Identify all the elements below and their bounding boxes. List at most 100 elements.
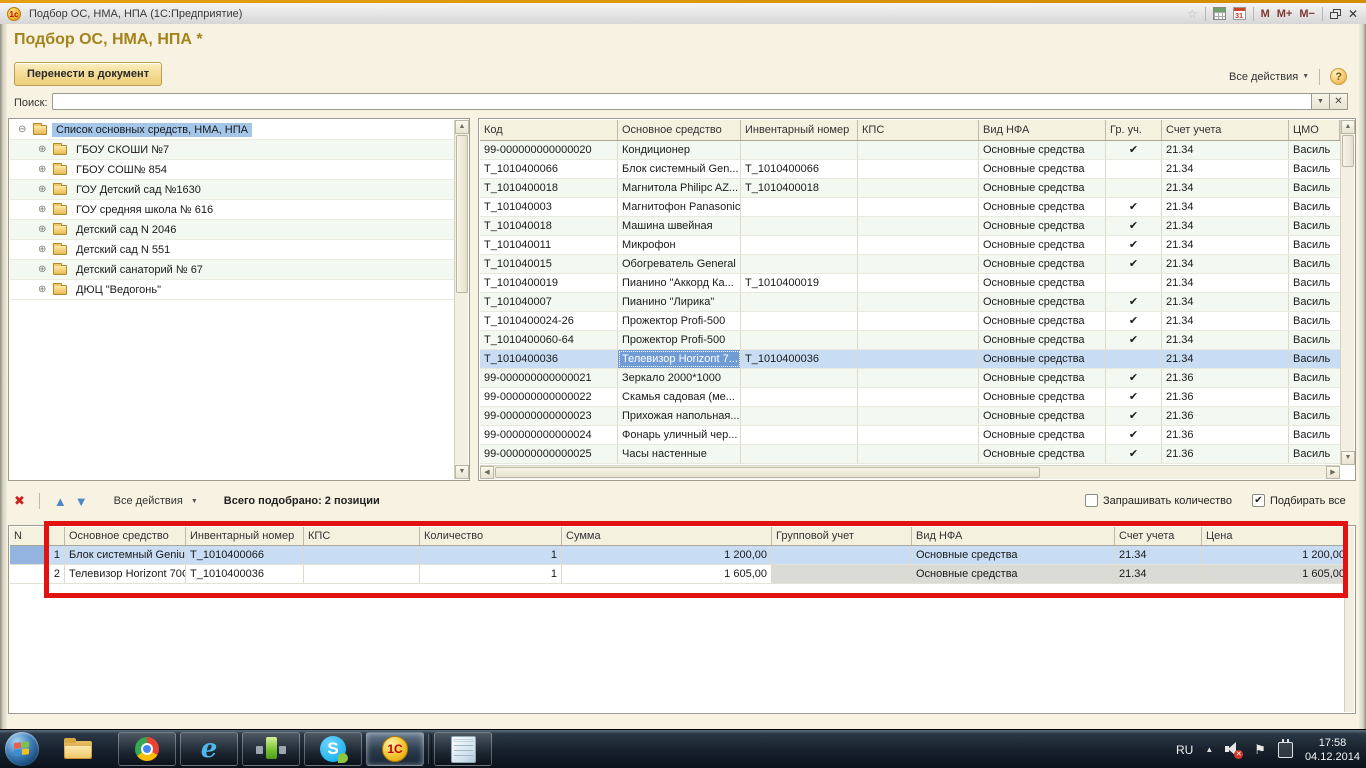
assets-cell[interactable]: ✔ bbox=[1106, 331, 1162, 349]
help-button[interactable]: ? bbox=[1330, 68, 1347, 85]
assets-cell[interactable]: 21.34 bbox=[1162, 141, 1289, 159]
assets-cell[interactable]: 21.34 bbox=[1162, 236, 1289, 254]
assets-cell[interactable]: ✔ bbox=[1106, 445, 1162, 463]
language-indicator[interactable]: RU bbox=[1176, 743, 1193, 757]
assets-cell[interactable]: Прихожая напольная... bbox=[618, 407, 741, 425]
assets-column-header[interactable]: Основное средство bbox=[618, 120, 741, 140]
assets-cell[interactable] bbox=[858, 293, 979, 311]
picked-column-header[interactable]: Цена bbox=[1202, 527, 1350, 545]
assets-table-row[interactable]: Т_101040015Обогреватель GeneralОсновные … bbox=[480, 255, 1340, 274]
assets-table-row[interactable]: 99-000000000000021Зеркало 2000*1000Основ… bbox=[480, 369, 1340, 388]
scrollbar-thumb[interactable] bbox=[1342, 135, 1354, 167]
assets-cell[interactable]: ✔ bbox=[1106, 369, 1162, 387]
assets-cell[interactable]: ✔ bbox=[1106, 407, 1162, 425]
assets-table-row[interactable]: Т_101040018Машина швейнаяОсновные средст… bbox=[480, 217, 1340, 236]
move-down-icon[interactable]: ▼ bbox=[75, 494, 88, 509]
scroll-down-icon[interactable]: ▼ bbox=[1341, 451, 1355, 465]
picked-column-header[interactable]: Инвентарный номер bbox=[186, 527, 304, 545]
assets-cell[interactable]: Основные средства bbox=[979, 293, 1106, 311]
assets-cell[interactable]: Скамья садовая (ме... bbox=[618, 388, 741, 406]
assets-cell[interactable]: Зеркало 2000*1000 bbox=[618, 369, 741, 387]
assets-cell[interactable] bbox=[1106, 160, 1162, 178]
picked-column-header[interactable] bbox=[46, 527, 65, 545]
scroll-down-icon[interactable]: ▼ bbox=[455, 465, 469, 479]
memory-plus-button[interactable]: М+ bbox=[1277, 8, 1293, 20]
assets-table-row[interactable]: Т_1010400060-64Прожектор Profi-500Основн… bbox=[480, 331, 1340, 350]
assets-cell[interactable] bbox=[741, 293, 858, 311]
assets-cell[interactable] bbox=[858, 445, 979, 463]
assets-cell[interactable]: Основные средства bbox=[979, 236, 1106, 254]
scroll-left-icon[interactable]: ◀ bbox=[480, 466, 494, 479]
assets-cell[interactable]: Василь bbox=[1289, 236, 1340, 254]
picked-column-header[interactable]: Количество bbox=[420, 527, 562, 545]
picked-cell[interactable]: 1 200,00 bbox=[1202, 546, 1344, 564]
assets-cell[interactable] bbox=[858, 369, 979, 387]
assets-cell[interactable] bbox=[858, 198, 979, 216]
assets-cell[interactable] bbox=[741, 388, 858, 406]
taskbar-chrome-button[interactable] bbox=[118, 732, 176, 766]
picked-cell[interactable]: 21.34 bbox=[1115, 565, 1202, 583]
assets-cell[interactable]: Василь bbox=[1289, 331, 1340, 349]
assets-cell[interactable] bbox=[741, 217, 858, 235]
picked-cell[interactable]: Блок системный Genius /Pe... bbox=[65, 546, 186, 564]
assets-cell[interactable]: Т_101040015 bbox=[480, 255, 618, 273]
picked-cell[interactable]: Т_1010400066 bbox=[186, 546, 304, 564]
assets-cell[interactable]: Пианино "Лирика" bbox=[618, 293, 741, 311]
assets-table-row[interactable]: Т_1010400019Пианино "Аккорд Ка...Т_10104… bbox=[480, 274, 1340, 293]
picked-cell[interactable]: 2 bbox=[46, 565, 65, 583]
picked-cell[interactable]: 1 bbox=[420, 565, 562, 583]
picked-cell[interactable]: Телевизор Horizont 70CTV-6... bbox=[65, 565, 186, 583]
assets-cell[interactable]: 21.36 bbox=[1162, 407, 1289, 425]
expander-icon[interactable]: ⊕ bbox=[38, 184, 51, 195]
expander-icon[interactable]: ⊖ bbox=[18, 124, 31, 135]
restore-window-icon[interactable] bbox=[1330, 9, 1341, 19]
taskbar-explorer-icon[interactable] bbox=[64, 738, 92, 760]
assets-cell[interactable]: Т_1010400060-64 bbox=[480, 331, 618, 349]
assets-cell[interactable] bbox=[741, 407, 858, 425]
assets-cell[interactable]: ✔ bbox=[1106, 312, 1162, 330]
assets-cell[interactable]: Магнитофон Panasonic bbox=[618, 198, 741, 216]
picked-column-header[interactable]: Вид НФА bbox=[912, 527, 1115, 545]
assets-cell[interactable] bbox=[741, 312, 858, 330]
picked-scrollbar-track[interactable] bbox=[1344, 527, 1354, 712]
picked-cell[interactable]: 1 bbox=[420, 546, 562, 564]
picked-table-row[interactable]: 1 Блок системный Genius /Pe...Т_101040006… bbox=[10, 546, 1344, 565]
assets-cell[interactable]: Магнитола Philipc AZ... bbox=[618, 179, 741, 197]
pick-all-checkbox[interactable]: ✔ bbox=[1252, 494, 1265, 507]
assets-cell[interactable]: ✔ bbox=[1106, 198, 1162, 216]
assets-cell[interactable] bbox=[858, 274, 979, 292]
close-window-icon[interactable]: ✕ bbox=[1348, 7, 1358, 21]
assets-cell[interactable] bbox=[741, 331, 858, 349]
assets-cell[interactable]: 21.34 bbox=[1162, 255, 1289, 273]
assets-cell[interactable]: Основные средства bbox=[979, 445, 1106, 463]
assets-cell[interactable] bbox=[741, 445, 858, 463]
assets-cell[interactable]: Основные средства bbox=[979, 141, 1106, 159]
assets-cell[interactable]: Т_1010400019 bbox=[480, 274, 618, 292]
assets-cell[interactable]: Т_1010400024-26 bbox=[480, 312, 618, 330]
assets-cell[interactable]: Василь bbox=[1289, 445, 1340, 463]
assets-cell[interactable]: Василь bbox=[1289, 274, 1340, 292]
tree-item[interactable]: ⊕Детский сад N 2046 bbox=[10, 220, 454, 240]
assets-cell[interactable]: Основные средства bbox=[979, 274, 1106, 292]
assets-cell[interactable] bbox=[858, 426, 979, 444]
tree-item[interactable]: ⊕ДЮЦ "Ведогонь" bbox=[10, 280, 454, 300]
assets-cell[interactable]: Машина швейная bbox=[618, 217, 741, 235]
scrollbar-thumb[interactable] bbox=[495, 467, 1040, 478]
picked-cell[interactable]: 1 605,00 bbox=[1202, 565, 1344, 583]
hidden-icons-arrow-icon[interactable]: ▲ bbox=[1205, 745, 1213, 754]
assets-table-row[interactable]: Т_1010400024-26Прожектор Profi-500Основн… bbox=[480, 312, 1340, 331]
assets-cell[interactable] bbox=[858, 350, 979, 368]
assets-cell[interactable]: 21.34 bbox=[1162, 331, 1289, 349]
picked-cell[interactable]: Основные средства bbox=[912, 565, 1115, 583]
assets-cell[interactable] bbox=[1106, 179, 1162, 197]
assets-cell[interactable]: 21.34 bbox=[1162, 274, 1289, 292]
assets-cell[interactable]: Василь bbox=[1289, 217, 1340, 235]
assets-table-row[interactable]: Т_101040007Пианино "Лирика"Основные сред… bbox=[480, 293, 1340, 312]
favorites-star-icon[interactable]: ☆ bbox=[1187, 7, 1198, 21]
picked-cell[interactable]: Т_1010400036 bbox=[186, 565, 304, 583]
assets-table-row[interactable]: 99-000000000000020КондиционерОсновные ср… bbox=[480, 141, 1340, 160]
assets-cell[interactable]: 21.36 bbox=[1162, 445, 1289, 463]
picked-cell[interactable] bbox=[304, 565, 420, 583]
all-actions-label[interactable]: Все действия bbox=[1229, 71, 1298, 83]
assets-cell[interactable]: 99-000000000000025 bbox=[480, 445, 618, 463]
